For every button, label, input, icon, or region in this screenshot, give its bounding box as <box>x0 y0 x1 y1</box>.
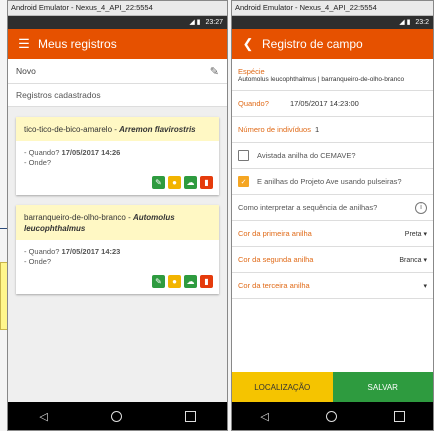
record-card[interactable]: tico-tico-de-bico-amarelo - Arremon flav… <box>16 117 219 195</box>
cor1-value: Preta <box>404 230 422 238</box>
upload-button[interactable]: ☁ <box>184 275 197 288</box>
menu-icon[interactable]: ☰ <box>16 36 32 52</box>
record-card-title: barranqueiro-de-olho-branco - Automolus … <box>16 205 219 240</box>
new-record-label: Novo <box>16 66 36 76</box>
location-button[interactable]: ● <box>168 275 181 288</box>
new-record-row[interactable]: Novo ✎ <box>8 59 227 84</box>
app-title: Registro de campo <box>262 37 363 51</box>
edit-icon[interactable]: ✎ <box>210 65 219 78</box>
quando-value: 17/05/2017 14:23:00 <box>290 99 359 108</box>
recents-icon[interactable] <box>184 410 196 422</box>
upload-button[interactable]: ☁ <box>184 176 197 189</box>
dropdown-icon: ▾ <box>423 282 427 290</box>
quando-value: 17/05/2017 14:26 <box>61 148 121 157</box>
cor2-value: Branca <box>399 256 422 264</box>
section-header: Registros cadastrados <box>8 84 227 107</box>
info-icon[interactable]: i <box>415 201 427 214</box>
dropdown-icon: ▾ <box>423 256 427 264</box>
app-bar: ❮ Registro de campo <box>232 29 433 59</box>
app-bar: ☰ Meus registros <box>8 29 227 59</box>
cor2-label: Cor da segunda anilha <box>238 255 314 264</box>
cor2-select[interactable]: Cor da segunda anilha Branca ▾ <box>232 247 433 273</box>
cemave-checkbox-row[interactable]: Avistada anilha do CEMAVE? <box>232 143 433 169</box>
dropdown-icon: ▾ <box>423 230 427 238</box>
quando-value: 17/05/2017 14:23 <box>61 247 121 256</box>
numero-value: 1 <box>314 125 320 134</box>
common-name: tico-tico-de-bico-amarelo <box>24 125 113 134</box>
interpretar-row: Como interpretar a sequência de anilhas?… <box>232 195 433 221</box>
edit-button[interactable]: ✎ <box>152 176 165 189</box>
back-arrow-icon[interactable]: ❮ <box>240 36 256 52</box>
quando-field[interactable]: Quando? 17/05/2017 14:23:00 <box>232 91 433 117</box>
footer-buttons: LOCALIZAÇÃO SALVAR <box>232 372 433 402</box>
onde-label: - Onde? <box>24 158 52 167</box>
status-bar: ◢ ▮ 23:27 <box>8 16 227 29</box>
projeto-label: E anilhas do Projeto Ave usando pulseira… <box>257 177 402 186</box>
common-name: barranqueiro-de-olho-branco <box>24 213 126 222</box>
quando-label: - Quando? <box>24 148 60 157</box>
cemave-checkbox[interactable] <box>238 150 249 161</box>
emulator-left: Android Emulator - Nexus_4_API_22:5554 ◢… <box>7 0 228 431</box>
records-list: Novo ✎ Registros cadastrados tico-tico-d… <box>8 59 227 402</box>
back-icon[interactable]: ◁ <box>39 410 47 423</box>
delete-button[interactable]: ▮ <box>200 275 213 288</box>
recents-icon[interactable] <box>393 410 405 422</box>
especie-label: Espécie <box>238 66 265 76</box>
location-button[interactable]: ● <box>168 176 181 189</box>
status-bar: ◢ ▮ 23:2 <box>232 16 433 29</box>
interpretar-label: Como interpretar a sequência de anilhas? <box>238 203 378 212</box>
localizacao-button[interactable]: LOCALIZAÇÃO <box>232 372 333 402</box>
salvar-button[interactable]: SALVAR <box>332 372 433 402</box>
projeto-checkbox[interactable]: ✓ <box>238 176 249 187</box>
android-nav-bar: ◁ <box>8 402 227 430</box>
android-nav-bar: ◁ <box>232 402 433 430</box>
card-actions: ✎ ● ☁ ▮ <box>16 172 219 195</box>
record-card-title: tico-tico-de-bico-amarelo - Arremon flav… <box>16 117 219 141</box>
card-actions: ✎ ● ☁ ▮ <box>16 271 219 294</box>
delete-button[interactable]: ▮ <box>200 176 213 189</box>
home-icon[interactable] <box>325 410 337 422</box>
window-title: Android Emulator - Nexus_4_API_22:5554 <box>232 1 433 16</box>
edit-button[interactable]: ✎ <box>152 275 165 288</box>
especie-value: Automolus leucophthalmus | barranqueiro-… <box>238 75 405 83</box>
status-time: 23:2 <box>415 19 429 26</box>
quando-label: Quando? <box>238 99 269 108</box>
app-title: Meus registros <box>38 37 117 51</box>
cor3-label: Cor da terceira anilha <box>238 281 310 290</box>
cor1-label: Cor da primeira anilha <box>238 229 312 238</box>
back-icon[interactable]: ◁ <box>260 410 268 423</box>
home-icon[interactable] <box>110 410 122 422</box>
field-record-form: Espécie Automolus leucophthalmus | barra… <box>232 59 433 402</box>
signal-icon: ◢ ▮ <box>189 19 201 26</box>
record-card[interactable]: barranqueiro-de-olho-branco - Automolus … <box>16 205 219 294</box>
species-name: Arremon flavirostris <box>119 125 196 134</box>
cor1-select[interactable]: Cor da primeira anilha Preta ▾ <box>232 221 433 247</box>
cemave-label: Avistada anilha do CEMAVE? <box>257 151 356 160</box>
window-title: Android Emulator - Nexus_4_API_22:5554 <box>8 1 227 16</box>
onde-label: - Onde? <box>24 257 52 266</box>
cor3-select[interactable]: Cor da terceira anilha ▾ <box>232 273 433 299</box>
record-card-body: - Quando? 17/05/2017 14:26 - Onde? <box>16 141 219 172</box>
projeto-checkbox-row[interactable]: ✓ E anilhas do Projeto Ave usando pulsei… <box>232 169 433 195</box>
signal-icon: ◢ ▮ <box>399 19 411 26</box>
species-field[interactable]: Espécie Automolus leucophthalmus | barra… <box>232 59 433 91</box>
status-time: 23:27 <box>205 19 223 26</box>
emulator-right: Android Emulator - Nexus_4_API_22:5554 ◢… <box>231 0 434 431</box>
quando-label: - Quando? <box>24 247 60 256</box>
record-card-body: - Quando? 17/05/2017 14:23 - Onde? <box>16 240 219 271</box>
numero-field[interactable]: Número de indivíduos 1 <box>232 117 433 143</box>
numero-label: Número de indivíduos <box>238 125 311 134</box>
